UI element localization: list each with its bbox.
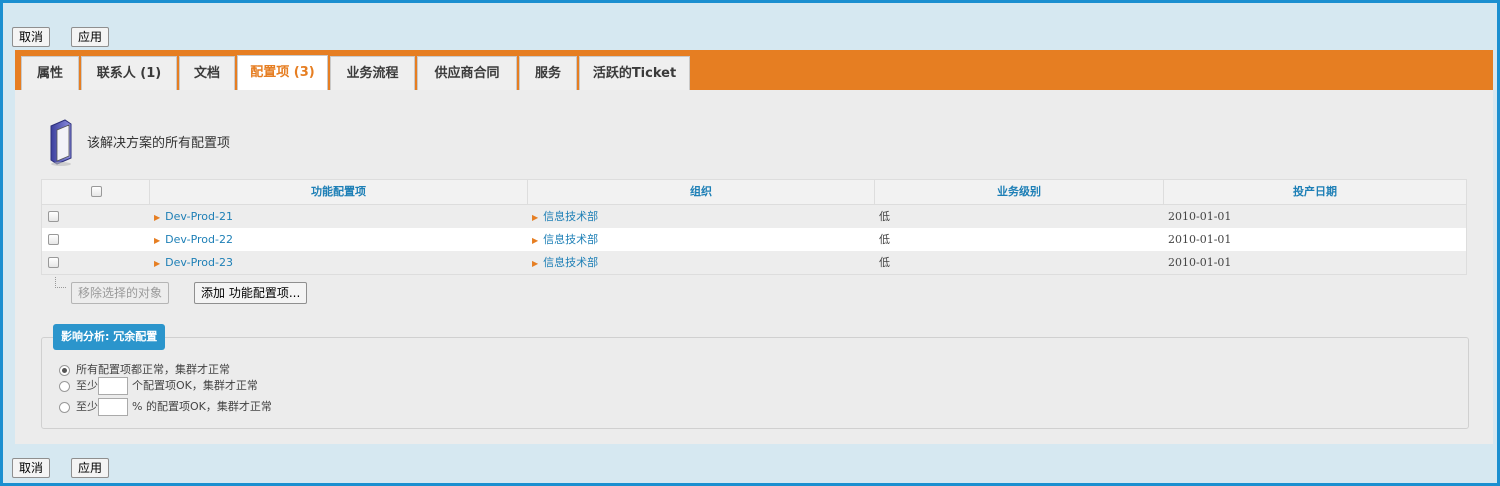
tab-properties[interactable]: 属性 [21, 56, 79, 90]
option-all-row: 所有配置项都正常，集群才正常 [59, 361, 230, 377]
option-count-row: 至少 个配置项OK，集群才正常 [59, 377, 258, 395]
radio-count[interactable] [59, 380, 70, 392]
row-checkbox[interactable] [48, 211, 59, 222]
row-checkbox[interactable] [48, 257, 59, 268]
app-frame: 取消 应用 属性 联系人 (1) 文档 配置项 (3) 业务流程 供应商合同 服… [0, 0, 1500, 486]
cancel-button-bottom[interactable]: 取消 [12, 458, 51, 478]
option-percent-prefix: 至少 [76, 400, 98, 413]
row-checkbox[interactable] [48, 234, 59, 245]
ci-cell: ▶ Dev-Prod-23 [150, 251, 528, 274]
radio-percent[interactable] [59, 401, 70, 413]
org-cell: ▶ 信息技术部 [528, 228, 875, 251]
level-cell: 低 [879, 256, 890, 269]
level-cell: 低 [879, 233, 890, 246]
level-cell: 低 [879, 210, 890, 223]
ci-link[interactable]: Dev-Prod-23 [165, 256, 233, 269]
tab-supplier-contracts[interactable]: 供应商合同 [417, 56, 517, 90]
ci-link[interactable]: Dev-Prod-22 [165, 233, 233, 246]
radio-all[interactable] [59, 364, 70, 376]
remove-selected-button[interactable]: 移除选择的对象 [71, 282, 170, 304]
option-percent-row: 至少 % 的配置项OK，集群才正常 [59, 398, 272, 416]
option-count-prefix: 至少 [76, 379, 98, 392]
org-cell: ▶ 信息技术部 [528, 205, 875, 228]
selection-connector [55, 277, 66, 288]
section-title: 该解决方案的所有配置项 [87, 136, 231, 151]
tab-config-items[interactable]: 配置项 (3) [237, 55, 328, 90]
cancel-button-top[interactable]: 取消 [12, 27, 51, 47]
option-count-suffix: 个配置项OK，集群才正常 [132, 379, 258, 392]
impact-analysis-legend: 影响分析: 冗余配置 [53, 324, 166, 350]
table-row: ▶ Dev-Prod-22 ▶ 信息技术部 低 2010-01-01 [42, 228, 1466, 251]
column-header-org[interactable]: 组织 [528, 180, 875, 204]
bullet-arrow-icon: ▶ [532, 259, 539, 268]
column-header-ci[interactable]: 功能配置项 [150, 180, 528, 204]
tab-active-tickets[interactable]: 活跃的Ticket [579, 56, 690, 90]
bullet-arrow-icon: ▶ [532, 236, 539, 245]
bullet-arrow-icon: ▶ [154, 259, 161, 268]
bullet-arrow-icon: ▶ [154, 213, 161, 222]
bullet-arrow-icon: ▶ [532, 213, 539, 222]
row-select-cell [42, 205, 150, 228]
main-panel: 属性 联系人 (1) 文档 配置项 (3) 业务流程 供应商合同 服务 活跃的T… [15, 50, 1493, 444]
option-percent-suffix: % 的配置项OK，集群才正常 [132, 400, 272, 413]
add-config-item-button[interactable]: 添加 功能配置项... [194, 282, 308, 304]
date-cell: 2010-01-01 [1168, 210, 1232, 223]
org-link[interactable]: 信息技术部 [543, 210, 598, 223]
server-icon [50, 119, 72, 166]
table-row: ▶ Dev-Prod-23 ▶ 信息技术部 低 2010-01-01 [42, 251, 1466, 274]
date-cell: 2010-01-01 [1168, 256, 1232, 269]
tab-business-process[interactable]: 业务流程 [330, 56, 415, 90]
apply-button-bottom[interactable]: 应用 [71, 458, 110, 478]
row-select-cell [42, 251, 150, 274]
org-link[interactable]: 信息技术部 [543, 256, 598, 269]
select-all-checkbox[interactable] [91, 186, 102, 197]
count-input[interactable] [98, 377, 128, 395]
table-row: ▶ Dev-Prod-21 ▶ 信息技术部 低 2010-01-01 [42, 205, 1466, 228]
percent-input[interactable] [98, 398, 128, 416]
ci-link[interactable]: Dev-Prod-21 [165, 210, 233, 223]
ci-cell: ▶ Dev-Prod-21 [150, 205, 528, 228]
tab-documents[interactable]: 文档 [179, 56, 235, 90]
org-link[interactable]: 信息技术部 [543, 233, 598, 246]
org-cell: ▶ 信息技术部 [528, 251, 875, 274]
table-header: 功能配置项 组织 业务级别 投产日期 [42, 180, 1466, 205]
tab-services[interactable]: 服务 [519, 56, 577, 90]
tab-contacts[interactable]: 联系人 (1) [81, 56, 177, 90]
column-header-date[interactable]: 投产日期 [1164, 180, 1466, 204]
row-select-cell [42, 228, 150, 251]
bullet-arrow-icon: ▶ [154, 236, 161, 245]
tab-bar: 属性 联系人 (1) 文档 配置项 (3) 业务流程 供应商合同 服务 活跃的T… [15, 50, 1493, 90]
apply-button-top[interactable]: 应用 [71, 27, 110, 47]
config-items-table: 功能配置项 组织 业务级别 投产日期 ▶ Dev-Prod-21 ▶ 信息技术部 低… [41, 179, 1467, 275]
ci-cell: ▶ Dev-Prod-22 [150, 228, 528, 251]
option-all-label: 所有配置项都正常，集群才正常 [76, 363, 230, 376]
column-header-level[interactable]: 业务级别 [875, 180, 1164, 204]
header-select-cell [42, 180, 150, 204]
date-cell: 2010-01-01 [1168, 233, 1232, 246]
